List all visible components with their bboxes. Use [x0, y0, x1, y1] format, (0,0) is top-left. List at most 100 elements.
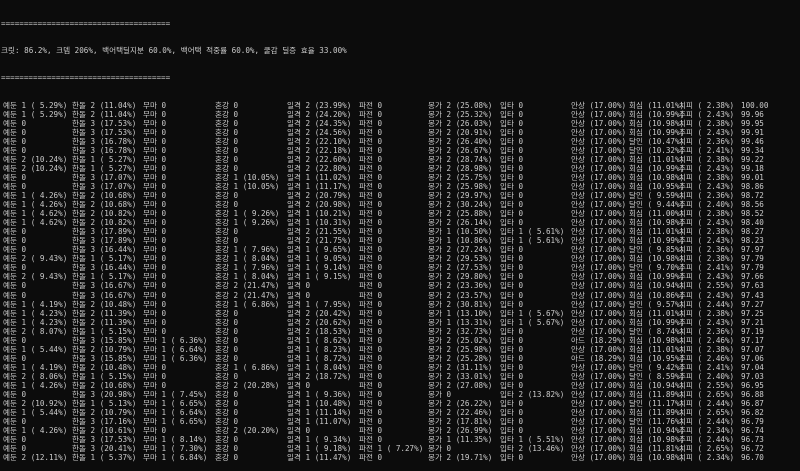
cell-muma: 무마 1 ( 7.30%) — [143, 444, 208, 454]
cell-hongang: 혼강 0 — [215, 444, 239, 454]
cell-chipi: 치피 ( 2.36%) — [679, 136, 735, 146]
cell-chipi: 추피 ( 2.43%) — [679, 218, 735, 228]
cell-ansang: 안상 (17.00%) — [571, 417, 627, 427]
cell-monga: 몽가 2 (25.98%) — [428, 344, 493, 354]
cell-pajeon: 파전 0 — [359, 145, 383, 155]
cell-pajeon: 파전 0 — [359, 317, 383, 327]
cell-ansang: 안상 (17.00%) — [571, 299, 627, 309]
cell-handol: 한돌 2 (10.48%) — [72, 362, 137, 372]
result-row: 예둔 1 ( 4.62%) 한돌 2 (10.82%) 무마 0 혼강 1 ( 9.2… — [1, 218, 800, 227]
cell-hoesim: 회심 (11.00%) — [629, 209, 685, 219]
cell-hoesim: 회심 (10.99%) — [629, 236, 685, 246]
cell-chipi: 치피 ( 2.38%) — [679, 344, 735, 354]
cell-ilgyeok: 일격 2 (21.55%) — [287, 227, 352, 237]
cell-monga: 몽가 2 (32.73%) — [428, 326, 493, 336]
cell-yedun: 예둔 1 ( 4.23%) — [3, 317, 68, 327]
cell-score: 96.70 — [741, 453, 764, 463]
cell-muma: 무마 0 — [143, 371, 167, 381]
result-row: 예둔 1 ( 4.62%) 한돌 2 (10.82%) 무마 0 혼강 1 ( 9.2… — [1, 209, 800, 218]
cell-ansang: 안상 (17.00%) — [571, 190, 627, 200]
cell-handol: 한돌 2 (10.61%) — [72, 426, 137, 436]
cell-score: 97.63 — [741, 281, 764, 291]
cell-muma: 무마 1 ( 6.64%) — [143, 344, 208, 354]
cell-handol: 한돌 1 ( 5.37%) — [72, 453, 137, 463]
cell-ansang: 안상 (17.00%) — [571, 380, 627, 390]
cell-score: 96.82 — [741, 408, 764, 418]
cell-ipta: 입타 0 — [500, 200, 524, 210]
cell-handol: 한돌 2 (11.39%) — [72, 317, 137, 327]
cell-ilgyeok: 일격 2 (22.18%) — [287, 145, 352, 155]
cell-handol: 한돌 2 (11.04%) — [72, 109, 137, 119]
cell-chipi: 치피 ( 2.55%) — [679, 380, 735, 390]
cell-ipta: 입타 0 — [500, 299, 524, 309]
cell-chipi: 치피 ( 2.38%) — [679, 227, 735, 237]
cell-chipi: 치피 ( 2.65%) — [679, 444, 735, 454]
cell-ipta: 입타 0 — [500, 263, 524, 273]
cell-score: 99.96 — [741, 109, 764, 119]
cell-ipta: 입타 0 — [500, 272, 524, 282]
cell-pajeon: 파전 0 — [359, 163, 383, 173]
cell-handol: 한돌 3 (16.78%) — [72, 145, 137, 155]
cell-hoesim: 회심 (11.01%) — [629, 227, 685, 237]
cell-monga: 몽가 2 (27.53%) — [428, 263, 493, 273]
cell-handol: 한돌 1 ( 5.13%) — [72, 399, 137, 409]
cell-monga: 몽가 2 (23.36%) — [428, 281, 493, 291]
cell-hoesim: 회심 (10.99%) — [629, 317, 685, 327]
cell-ilgyeok: 일격 2 (20.62%) — [287, 317, 352, 327]
cell-handol: 한돌 3 (16.44%) — [72, 245, 137, 255]
cell-monga: 몽가 2 (25.02%) — [428, 335, 493, 345]
cell-pajeon: 파전 0 — [359, 426, 383, 436]
cell-ilgyeok: 일격 2 (24.20%) — [287, 109, 352, 119]
cell-ilgyeok: 일격 2 (18.53%) — [287, 326, 352, 336]
cell-ilgyeok: 일격 1 (11.47%) — [287, 453, 352, 463]
cell-yedun: 예둔 1 ( 5.29%) — [3, 109, 68, 119]
cell-chipi: 추피 ( 2.43%) — [679, 163, 735, 173]
cell-ansang: 안상 (17.00%) — [571, 344, 627, 354]
cell-ipta: 입타 0 — [500, 181, 524, 191]
cell-yedun: 예둔 1 ( 5.44%) — [3, 408, 68, 418]
cell-hongang: 혼강 1 ( 9.26%) — [215, 218, 280, 228]
cell-hongang: 혼강 1 (10.05%) — [215, 172, 280, 182]
cell-chipi: 추피 ( 2.40%) — [679, 200, 735, 210]
cell-yedun: 예둔 2 (10.24%) — [3, 154, 68, 164]
cell-handol: 한돌 3 (17.07%) — [72, 172, 137, 182]
result-row: 예둔 0 한돌 3 (17.07%) 무마 0 혼강 1 (10.05%) 일격 1 (… — [1, 182, 800, 191]
cell-yedun: 예둔 1 ( 4.26%) — [3, 426, 68, 436]
cell-ipta: 입타 0 — [500, 218, 524, 228]
cell-pajeon: 파전 0 — [359, 118, 383, 128]
cell-hoesim: 회심 (10.98%) — [629, 118, 685, 128]
cell-chipi: 치피 ( 2.38%) — [679, 308, 735, 318]
cell-ilgyeok: 일격 1 (10.48%) — [287, 399, 352, 409]
cell-hongang: 혼강 0 — [215, 163, 239, 173]
cell-yedun: 예둔 0 — [3, 172, 27, 182]
cell-ilgyeok: 일격 1 ( 9.18%) — [287, 444, 352, 454]
cell-chipi: 추피 ( 2.41%) — [679, 362, 735, 372]
cell-hoesim: 회심 (10.94%) — [629, 426, 685, 436]
cell-ansang: 안상 (17.00%) — [571, 200, 627, 210]
cell-ansang: 아드 (18.29%) — [571, 353, 627, 363]
cell-ipta: 입타 0 — [500, 426, 524, 436]
result-row: 예둔 0 한돌 3 (15.85%) 무마 1 ( 6.36%) 혼강 0 일격 1 (… — [1, 354, 800, 363]
result-row: 예둔 2 (10.92%) 한돌 1 ( 5.13%) 무마 1 ( 6.65%) 혼… — [1, 399, 800, 408]
cell-handol: 한돌 3 (15.85%) — [72, 335, 137, 345]
cell-chipi: 치피 ( 2.34%) — [679, 453, 735, 463]
cell-hoesim: 회심 (11.89%) — [629, 390, 685, 400]
result-row: 예둔 0 한돌 3 (17.07%) 무마 0 혼강 1 (10.05%) 일격 1 (… — [1, 173, 800, 182]
cell-ilgyeok: 일격 2 (22.60%) — [287, 154, 352, 164]
cell-score: 96.73 — [741, 435, 764, 445]
cell-hongang: 혼강 0 — [215, 317, 239, 327]
cell-chipi: 추피 ( 2.43%) — [679, 290, 735, 300]
cell-ilgyeok: 일격 1 ( 7.95%) — [287, 299, 352, 309]
cell-hongang: 혼강 0 — [215, 190, 239, 200]
cell-yedun: 예둔 0 — [3, 236, 27, 246]
cell-chipi: 치피 ( 2.65%) — [679, 390, 735, 400]
cell-pajeon: 파전 0 — [359, 172, 383, 182]
cell-handol: 한돌 2 (10.48%) — [72, 299, 137, 309]
cell-score: 97.66 — [741, 272, 764, 282]
cell-ipta: 입타 0 — [500, 136, 524, 146]
cell-monga: 몽가 2 (27.24%) — [428, 245, 493, 255]
cell-monga: 몽가 2 (29.80%) — [428, 272, 493, 282]
result-row: 예둔 1 ( 4.26%) 한돌 2 (10.61%) 무마 0 혼강 2 (20.2… — [1, 426, 800, 435]
cell-pajeon: 파전 0 — [359, 190, 383, 200]
cell-hongang: 혼강 0 — [215, 154, 239, 164]
